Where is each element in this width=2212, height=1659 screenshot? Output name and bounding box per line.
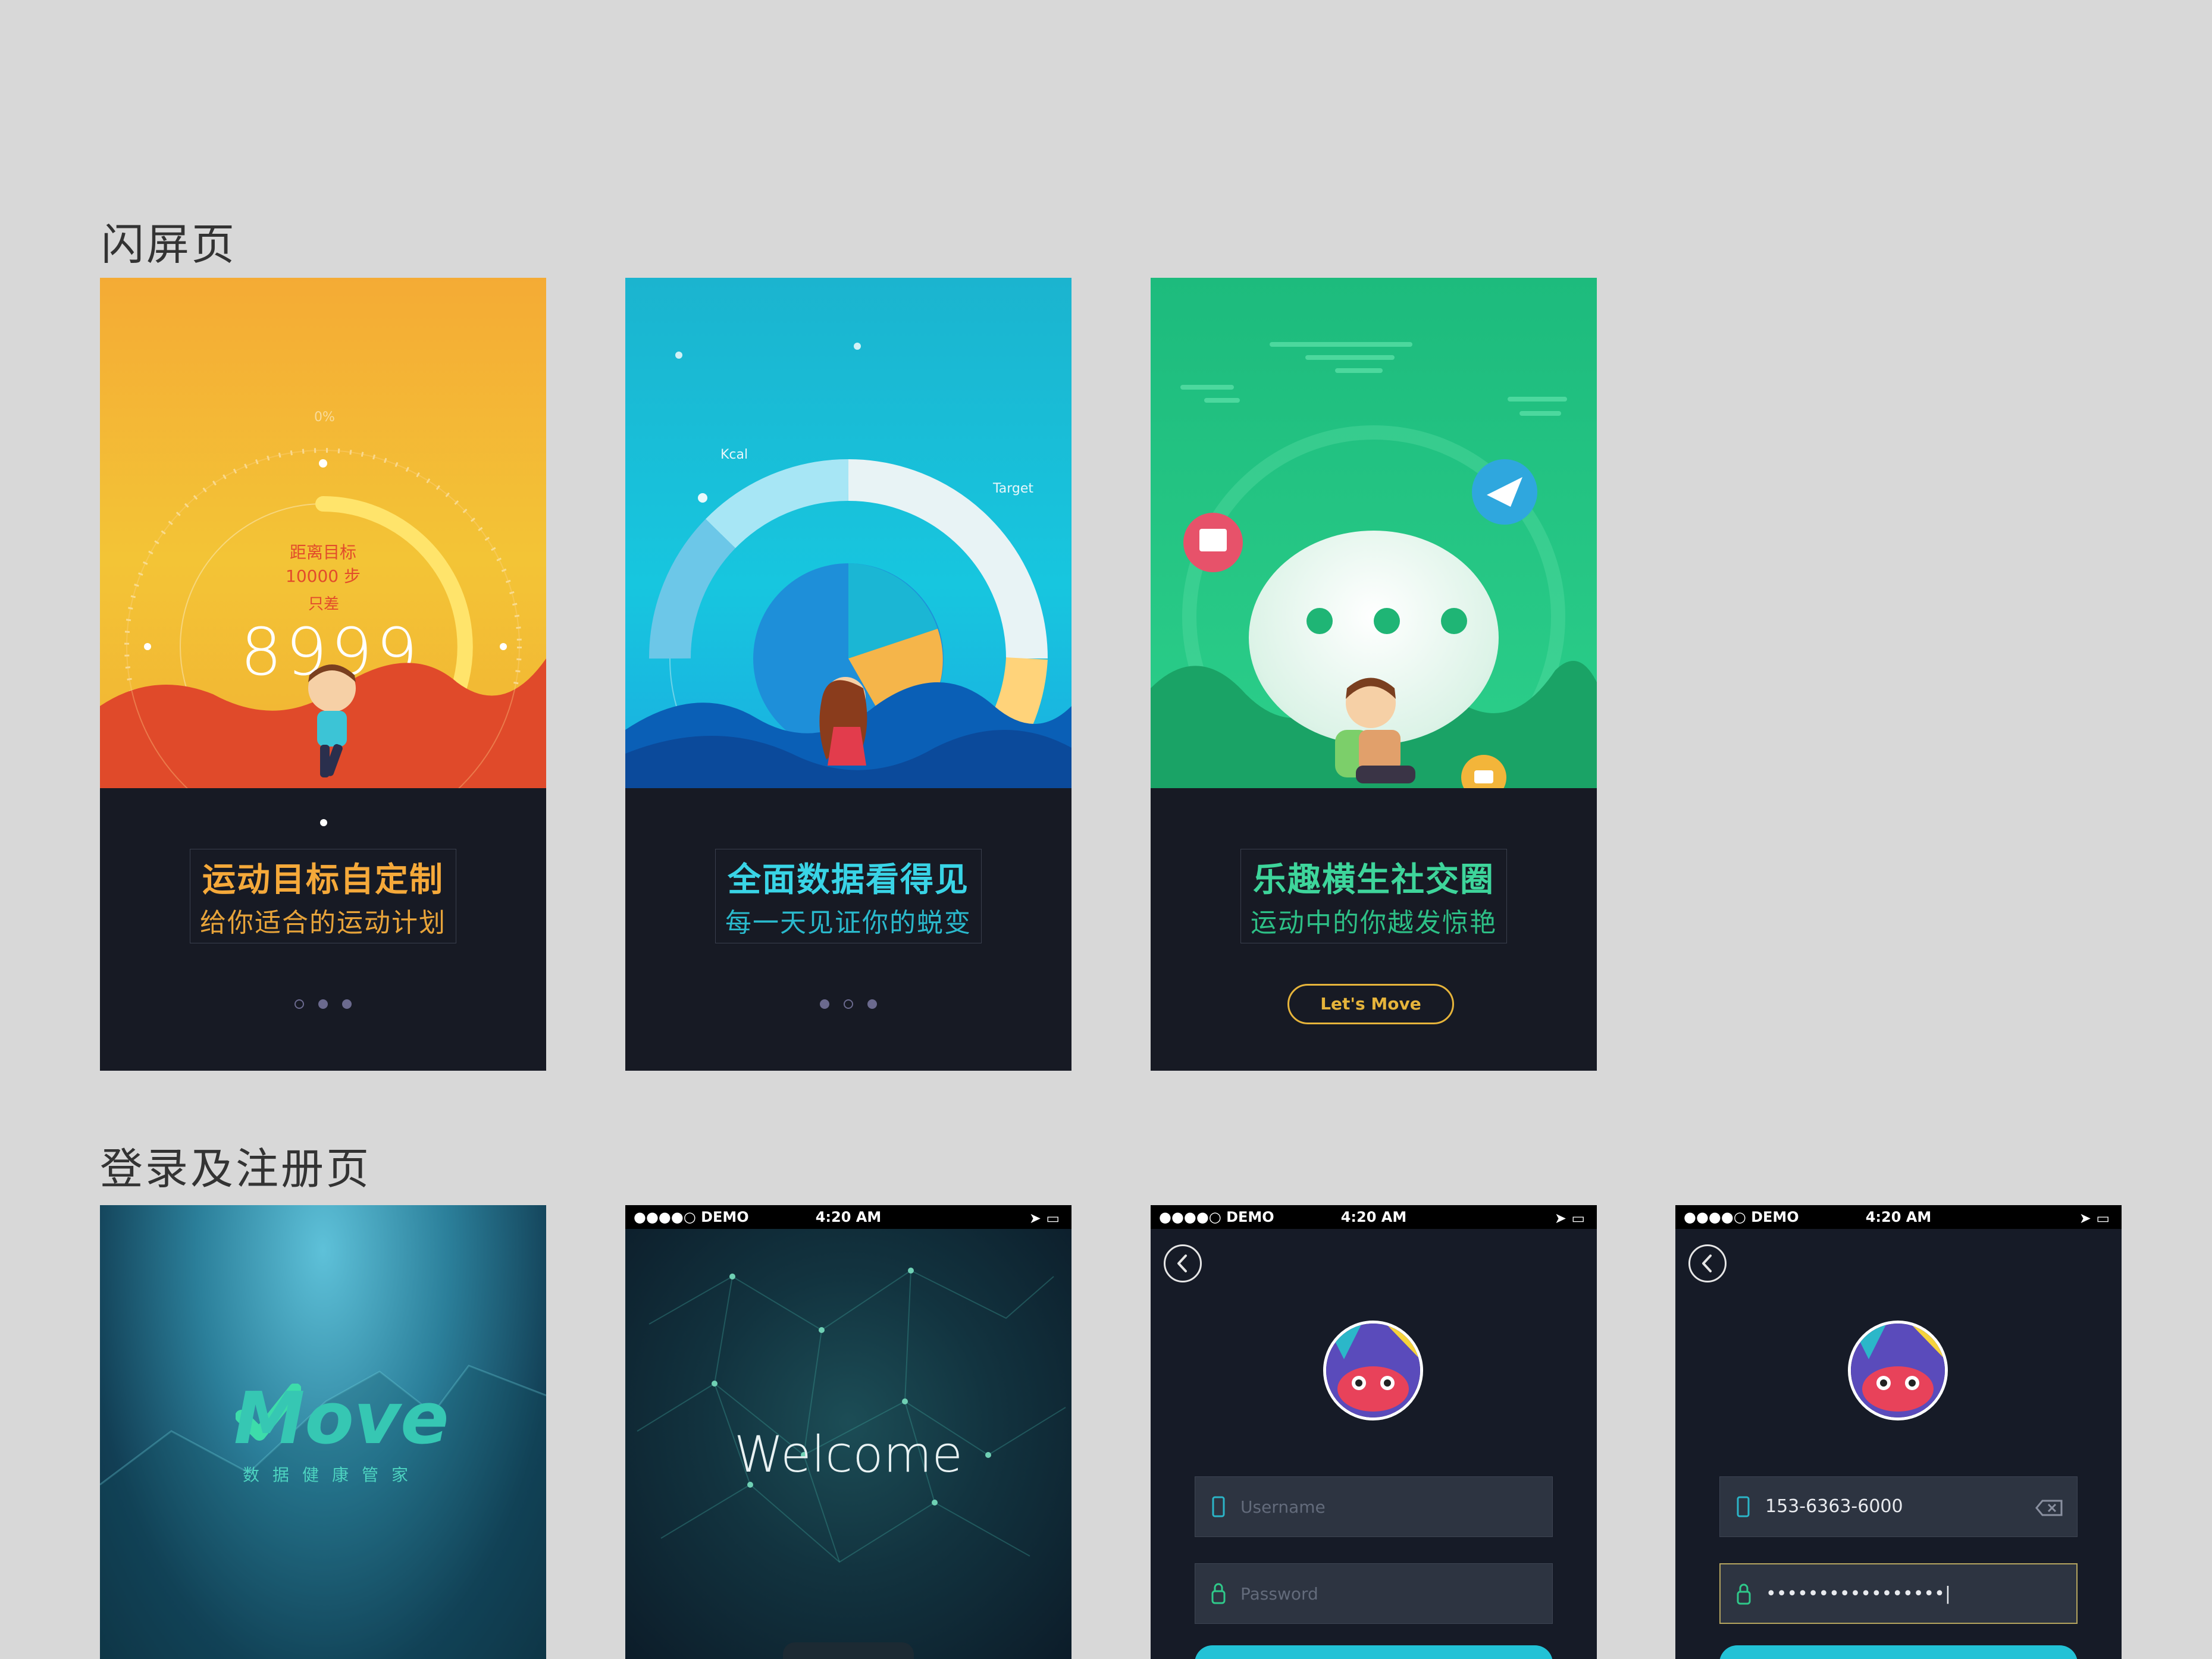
typing-dot-1 [1306,608,1333,634]
username-field[interactable]: 153-6363-6000 [1719,1476,2078,1537]
back-button[interactable] [1164,1244,1202,1282]
status-bar: ●●●●○ DEMO 4:20 AM ➤ ▭ [1151,1205,1597,1229]
password-field[interactable]: Password [1195,1563,1553,1624]
phone-icon [1212,1496,1225,1517]
app-tagline: 数据健康管家 [243,1465,422,1485]
boy-with-phone-illustration [1335,678,1415,783]
girl-illustration [819,677,867,766]
status-bar: ●●●●○ DEMO 4:20 AM ➤ ▭ [1675,1205,2122,1229]
splash-data-heading: 全面数据看得见 每一天见证你的蜕变 [625,849,1071,943]
avatar-image [1851,1324,1945,1417]
username-value: 153-6363-6000 [1765,1496,1903,1517]
avatar[interactable] [1848,1321,1948,1420]
splash-social-heading: 乐趣横生社交圈 运动中的你越发惊艳 [1151,849,1597,943]
bottom-handle[interactable] [783,1642,914,1659]
pager-dot-2[interactable] [318,999,328,1009]
battery-icon: ➤ ▭ [2079,1210,2110,1227]
password-placeholder: Password [1240,1584,1318,1604]
clear-input-icon[interactable] [2035,1498,2064,1517]
target-label: Target [993,481,1034,496]
chevron-left-icon [1702,1255,1712,1272]
chevron-left-icon [1177,1255,1187,1272]
pager-dots[interactable] [100,999,546,1011]
splash-data-subtitle: 每一天见证你的蜕变 [725,908,972,938]
status-time: 4:20 AM [1340,1209,1407,1225]
welcome-screen: ●●●●○ DEMO 4:20 AM ➤ ▭ Welcome [625,1205,1071,1659]
avatar-image [1326,1324,1420,1417]
lock-icon [1211,1583,1226,1604]
footer-dot-marker [320,819,327,826]
splash-card-data: Kcal Target Km 全面数据看得见 每一天见证你的蜕变 [625,278,1071,1071]
splash-data-title: 全面数据看得见 [728,861,969,899]
splash-section-title: 闪屏页 [101,219,237,269]
username-placeholder: Username [1240,1497,1326,1517]
pager-dot-1[interactable] [294,999,304,1009]
username-field[interactable]: Username [1195,1476,1553,1537]
pager-dot-3[interactable] [867,999,877,1009]
typing-dot-2 [1374,608,1400,634]
splash-card-social: 乐趣横生社交圈 运动中的你越发惊艳 Let's Move [1151,278,1597,1071]
phone-icon [1737,1496,1750,1517]
pager-dot-3[interactable] [342,999,352,1009]
pager-dot-2[interactable] [844,999,853,1009]
running-boy-illustration [308,664,356,777]
login-screen-empty: ●●●●○ DEMO 4:20 AM ➤ ▭ Username Password [1151,1205,1597,1659]
back-button[interactable] [1688,1244,1727,1282]
login-screen-filled: ●●●●○ DEMO 4:20 AM ➤ ▭ 153-6363-6000 •••… [1675,1205,2122,1659]
pager-dot-1[interactable] [820,999,829,1009]
battery-icon: ➤ ▭ [1554,1210,1585,1227]
app-logo: Move [234,1378,449,1460]
login-button[interactable] [1195,1645,1553,1659]
splash-social-title: 乐趣横生社交圈 [1253,861,1494,899]
password-value: •••••••••••••••••| [1766,1583,1951,1604]
lock-icon [1737,1583,1751,1605]
login-section-title: 登录及注册页 [100,1144,372,1194]
app-logo-splash: Move 数据健康管家 [100,1205,546,1659]
avatar[interactable] [1323,1321,1423,1420]
splash-goal-title: 运动目标自定制 [202,861,444,899]
login-button[interactable] [1719,1645,2078,1659]
lets-move-button[interactable]: Let's Move [1287,984,1454,1024]
password-field[interactable]: •••••••••••••••••| [1719,1563,2078,1624]
splash-card-goal: 0% 距离目标 10000 步 只差 8999 运动目标自定制 给你适合的运动计… [100,278,546,1071]
kcal-label: Kcal [720,447,748,462]
splash-goal-heading: 运动目标自定制 给你适合的运动计划 [100,849,546,943]
splash-social-subtitle: 运动中的你越发惊艳 [1251,908,1497,938]
welcome-title: Welcome [734,1425,963,1484]
typing-dot-3 [1441,608,1467,634]
pager-dots[interactable] [625,999,1071,1011]
status-time: 4:20 AM [1865,1209,1932,1225]
splash-goal-subtitle: 给你适合的运动计划 [200,908,446,938]
